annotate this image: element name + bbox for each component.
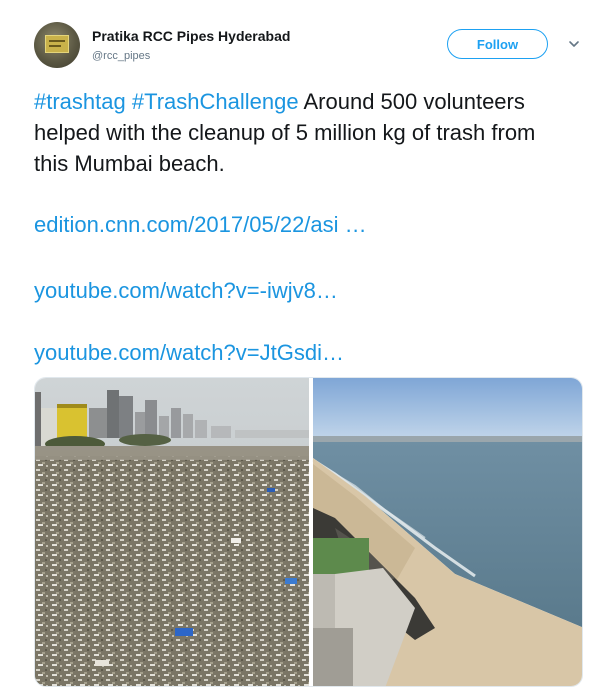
user-handle[interactable]: @rcc_pipes (92, 50, 150, 62)
company-logo-icon (45, 35, 69, 53)
chevron-down-icon[interactable] (568, 38, 580, 50)
link-youtube-2[interactable]: youtube.com/watch?v=JtGsdi… (34, 340, 344, 366)
tweet-card: Pratika RCC Pipes Hyderabad @rcc_pipes F… (0, 0, 596, 700)
clean-beach-photo[interactable] (312, 378, 583, 687)
hashtag-trashchallenge[interactable]: #TrashChallenge (132, 89, 299, 114)
hashtag-trashtag[interactable]: #trashtag (34, 89, 126, 114)
avatar[interactable] (34, 22, 80, 68)
follow-button[interactable]: Follow (447, 29, 548, 59)
display-name[interactable]: Pratika RCC Pipes Hyderabad (92, 28, 290, 44)
tweet-text: #trashtag #TrashChallenge Around 500 vol… (34, 86, 574, 179)
link-youtube-1[interactable]: youtube.com/watch?v=-iwjv8… (34, 278, 338, 304)
media-grid[interactable] (34, 377, 583, 687)
link-cnn[interactable]: edition.cnn.com/2017/05/22/asi … (34, 212, 367, 238)
beach-trash-photo[interactable] (35, 378, 309, 687)
